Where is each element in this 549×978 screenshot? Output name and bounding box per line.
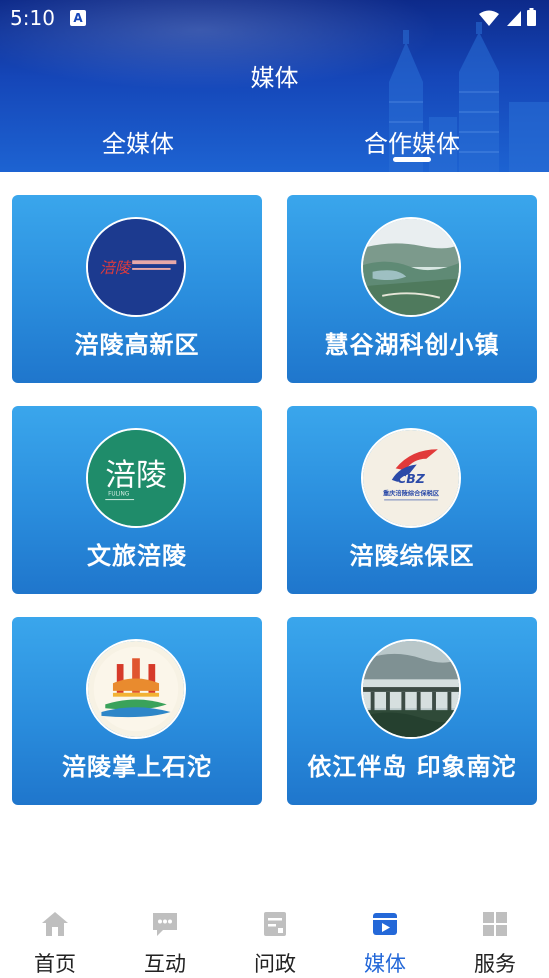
media-card-cbz[interactable]: CBZ 重庆涪陵综合保税区 涪陵综保区 (287, 406, 537, 594)
nav-services-label: 服务 (474, 952, 516, 976)
media-card-fuling-hightech[interactable]: 涪陵 涪陵高新区 (12, 195, 262, 383)
culture-tourism-logo-en: FULING (108, 491, 129, 497)
tab-indicator (393, 157, 431, 162)
tab-all-media[interactable]: 全媒体 (38, 124, 238, 159)
nav-home[interactable]: 首页 (0, 896, 110, 976)
nav-interact[interactable]: 互动 (110, 896, 220, 976)
fuling-hightech-logo-text: 涪陵 (100, 259, 132, 277)
media-card-shituo[interactable]: 涪陵掌上石沱 (12, 617, 262, 805)
nav-services[interactable]: 服务 (440, 896, 549, 976)
home-icon (42, 912, 68, 936)
nav-inquiry[interactable]: 问政 (220, 896, 330, 976)
card-label: 慧谷湖科创小镇 (324, 331, 500, 359)
video-icon (373, 913, 397, 935)
media-card-culture-tourism[interactable]: 涪陵 FULING 文旅涪陵 (12, 406, 262, 594)
culture-tourism-logo: 涪陵 FULING (86, 428, 186, 528)
nav-inquiry-label: 问政 (254, 952, 296, 976)
page-title: 媒体 (250, 64, 299, 92)
nav-interact-label: 互动 (144, 952, 186, 976)
card-label: 文旅涪陵 (87, 542, 187, 570)
lake-landscape-photo (361, 217, 461, 317)
nav-media[interactable]: 媒体 (330, 896, 440, 976)
header-banner: 5:10 A 媒体 全媒体 合作媒体 (0, 0, 549, 172)
wifi-icon (479, 10, 499, 26)
culture-tourism-logo-text: 涪陵 (105, 458, 166, 494)
cbz-logo-text: CBZ (397, 471, 426, 486)
card-label: 依江伴岛 印象南沱 (307, 753, 517, 781)
media-card-nantuo[interactable]: 依江伴岛 印象南沱 (287, 617, 537, 805)
chat-icon (153, 913, 177, 936)
signal-icon (507, 11, 521, 26)
document-icon (264, 912, 286, 936)
notification-icon: A (70, 10, 86, 26)
nav-media-label: 媒体 (364, 952, 406, 976)
bridge-mist-photo (361, 639, 461, 739)
bottom-navigation: 首页 互动 问政 媒体 服务 (0, 896, 549, 976)
tab-partner-media[interactable]: 合作媒体 (312, 124, 512, 159)
cbz-logo-name: 重庆涪陵综合保税区 (383, 489, 440, 497)
fuling-hightech-logo: 涪陵 (86, 217, 186, 317)
card-label: 涪陵综保区 (349, 542, 475, 570)
status-time: 5:10 (10, 6, 55, 30)
status-bar: 5:10 A (0, 0, 549, 36)
card-label: 涪陵掌上石沱 (62, 753, 212, 781)
card-label: 涪陵高新区 (74, 331, 200, 359)
grid-icon (483, 912, 507, 936)
status-icons (479, 8, 536, 26)
shituo-logo (86, 639, 186, 739)
battery-icon (527, 10, 536, 26)
media-card-huigu-lake[interactable]: 慧谷湖科创小镇 (287, 195, 537, 383)
cbz-logo: CBZ 重庆涪陵综合保税区 (361, 428, 461, 528)
nav-home-label: 首页 (34, 952, 76, 976)
